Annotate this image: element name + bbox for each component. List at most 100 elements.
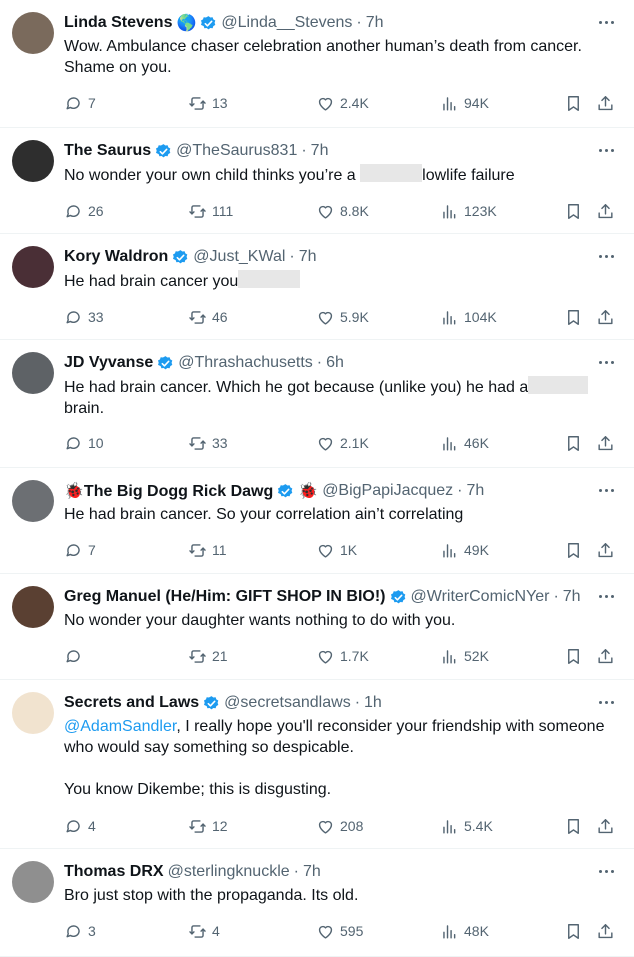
bookmark-button[interactable] bbox=[564, 919, 583, 943]
display-name[interactable]: The Saurus bbox=[64, 142, 151, 160]
more-icon[interactable] bbox=[594, 692, 618, 712]
reply-button[interactable]: 26 bbox=[64, 199, 104, 223]
share-button[interactable] bbox=[596, 91, 615, 115]
more-icon[interactable] bbox=[594, 352, 618, 372]
display-name[interactable]: Thomas DRX bbox=[64, 863, 164, 881]
avatar[interactable] bbox=[12, 140, 54, 182]
more-icon[interactable] bbox=[594, 861, 618, 881]
timestamp[interactable]: 7h bbox=[467, 482, 485, 500]
views-count: 123K bbox=[464, 203, 497, 219]
share-button[interactable] bbox=[596, 199, 615, 223]
reply-button[interactable] bbox=[64, 644, 88, 668]
views-button[interactable]: 46K bbox=[440, 431, 489, 455]
share-button[interactable] bbox=[596, 644, 615, 668]
handle[interactable]: @BigPapiJacquez bbox=[322, 482, 453, 500]
more-icon[interactable] bbox=[594, 586, 618, 606]
handle[interactable]: @Thrashachusetts bbox=[178, 354, 313, 372]
display-name[interactable]: Greg Manuel (He/Him: GIFT SHOP IN BIO!) bbox=[64, 588, 386, 606]
avatar[interactable] bbox=[12, 480, 54, 522]
mention-link[interactable]: @AdamSandler bbox=[64, 718, 176, 735]
views-button[interactable]: 104K bbox=[440, 305, 497, 329]
like-button[interactable]: 1K bbox=[316, 538, 357, 562]
reply-button[interactable]: 4 bbox=[64, 814, 96, 838]
reply-button[interactable]: 33 bbox=[64, 305, 104, 329]
share-button[interactable] bbox=[596, 814, 615, 838]
retweet-button[interactable]: 11 bbox=[188, 538, 227, 562]
bookmark-button[interactable] bbox=[564, 814, 583, 838]
avatar[interactable] bbox=[12, 586, 54, 628]
avatar[interactable] bbox=[12, 692, 54, 734]
like-button[interactable]: 208 bbox=[316, 814, 363, 838]
tweet[interactable]: Kory Waldron @Just_KWal · 7h He had brain ca… bbox=[0, 234, 634, 340]
timestamp[interactable]: 7h bbox=[311, 142, 329, 160]
reply-button[interactable]: 7 bbox=[64, 538, 96, 562]
share-button[interactable] bbox=[596, 538, 615, 562]
handle[interactable]: @WriterComicNYer bbox=[411, 588, 550, 606]
timestamp[interactable]: 7h bbox=[303, 863, 321, 881]
avatar[interactable] bbox=[12, 12, 54, 54]
reply-button[interactable]: 7 bbox=[64, 91, 96, 115]
like-button[interactable]: 1.7K bbox=[316, 644, 369, 668]
handle[interactable]: @sterlingknuckle bbox=[168, 863, 290, 881]
display-name[interactable]: Linda Stevens bbox=[64, 14, 172, 32]
views-button[interactable]: 48K bbox=[440, 919, 489, 943]
like-button[interactable]: 5.9K bbox=[316, 305, 369, 329]
bookmark-button[interactable] bbox=[564, 431, 583, 455]
views-count: 5.4K bbox=[464, 818, 493, 834]
timestamp[interactable]: 6h bbox=[326, 354, 344, 372]
retweet-button[interactable]: 33 bbox=[188, 431, 228, 455]
like-button[interactable]: 2.1K bbox=[316, 431, 369, 455]
views-button[interactable]: 49K bbox=[440, 538, 489, 562]
avatar[interactable] bbox=[12, 246, 54, 288]
retweet-button[interactable]: 13 bbox=[188, 91, 228, 115]
handle[interactable]: @TheSaurus831 bbox=[176, 142, 297, 160]
handle[interactable]: @Linda__Stevens bbox=[221, 14, 352, 32]
timestamp[interactable]: 7h bbox=[366, 14, 384, 32]
retweet-button[interactable]: 4 bbox=[188, 919, 220, 943]
views-button[interactable]: 123K bbox=[440, 199, 497, 223]
like-button[interactable]: 2.4K bbox=[316, 91, 369, 115]
timestamp[interactable]: 7h bbox=[563, 588, 581, 606]
handle[interactable]: @Just_KWal bbox=[193, 248, 285, 266]
tweet[interactable]: Greg Manuel (He/Him: GIFT SHOP IN BIO!) @… bbox=[0, 574, 634, 680]
bookmark-button[interactable] bbox=[564, 91, 583, 115]
bookmark-button[interactable] bbox=[564, 305, 583, 329]
more-icon[interactable] bbox=[594, 140, 618, 160]
retweet-button[interactable]: 12 bbox=[188, 814, 228, 838]
display-name[interactable]: JD Vyvanse bbox=[64, 354, 153, 372]
share-button[interactable] bbox=[596, 431, 615, 455]
tweet[interactable]: 🐞The Big Dogg Rick Dawg 🐞 @BigPapiJacquez ·… bbox=[0, 468, 634, 574]
avatar[interactable] bbox=[12, 352, 54, 394]
reply-button[interactable]: 10 bbox=[64, 431, 104, 455]
tweet[interactable]: The Saurus @TheSaurus831 · 7h No wonder your… bbox=[0, 128, 634, 234]
retweet-button[interactable]: 46 bbox=[188, 305, 228, 329]
display-name[interactable]: Secrets and Laws bbox=[64, 694, 199, 712]
views-button[interactable]: 94K bbox=[440, 91, 489, 115]
handle[interactable]: @secretsandlaws bbox=[224, 694, 351, 712]
tweet[interactable]: Linda Stevens 🌎 @Linda__Stevens · 7h Wow. Amb… bbox=[0, 0, 634, 128]
bookmark-button[interactable] bbox=[564, 644, 583, 668]
more-icon[interactable] bbox=[594, 480, 618, 500]
share-button[interactable] bbox=[596, 305, 615, 329]
bookmark-button[interactable] bbox=[564, 199, 583, 223]
tweet[interactable]: Thomas DRX @sterlingknuckle · 7h Bro just st… bbox=[0, 849, 634, 957]
timestamp[interactable]: 7h bbox=[299, 248, 317, 266]
share-button[interactable] bbox=[596, 919, 615, 943]
reply-button[interactable]: 3 bbox=[64, 919, 96, 943]
more-icon[interactable] bbox=[594, 246, 618, 266]
avatar[interactable] bbox=[12, 861, 54, 903]
tweet-text: Bro just stop with the propaganda. Its o… bbox=[64, 885, 618, 906]
more-icon[interactable] bbox=[594, 12, 618, 32]
display-name[interactable]: 🐞The Big Dogg Rick Dawg bbox=[64, 481, 273, 501]
display-name[interactable]: Kory Waldron bbox=[64, 248, 168, 266]
bookmark-button[interactable] bbox=[564, 538, 583, 562]
tweet[interactable]: Secrets and Laws @secretsandlaws · 1h @AdamS… bbox=[0, 680, 634, 849]
tweet[interactable]: JD Vyvanse @Thrashachusetts · 6h He had brai… bbox=[0, 340, 634, 468]
like-button[interactable]: 595 bbox=[316, 919, 363, 943]
views-button[interactable]: 52K bbox=[440, 644, 489, 668]
like-button[interactable]: 8.8K bbox=[316, 199, 369, 223]
retweet-button[interactable]: 21 bbox=[188, 644, 228, 668]
views-button[interactable]: 5.4K bbox=[440, 814, 493, 838]
retweet-button[interactable]: 111 bbox=[188, 199, 233, 223]
timestamp[interactable]: 1h bbox=[364, 694, 382, 712]
